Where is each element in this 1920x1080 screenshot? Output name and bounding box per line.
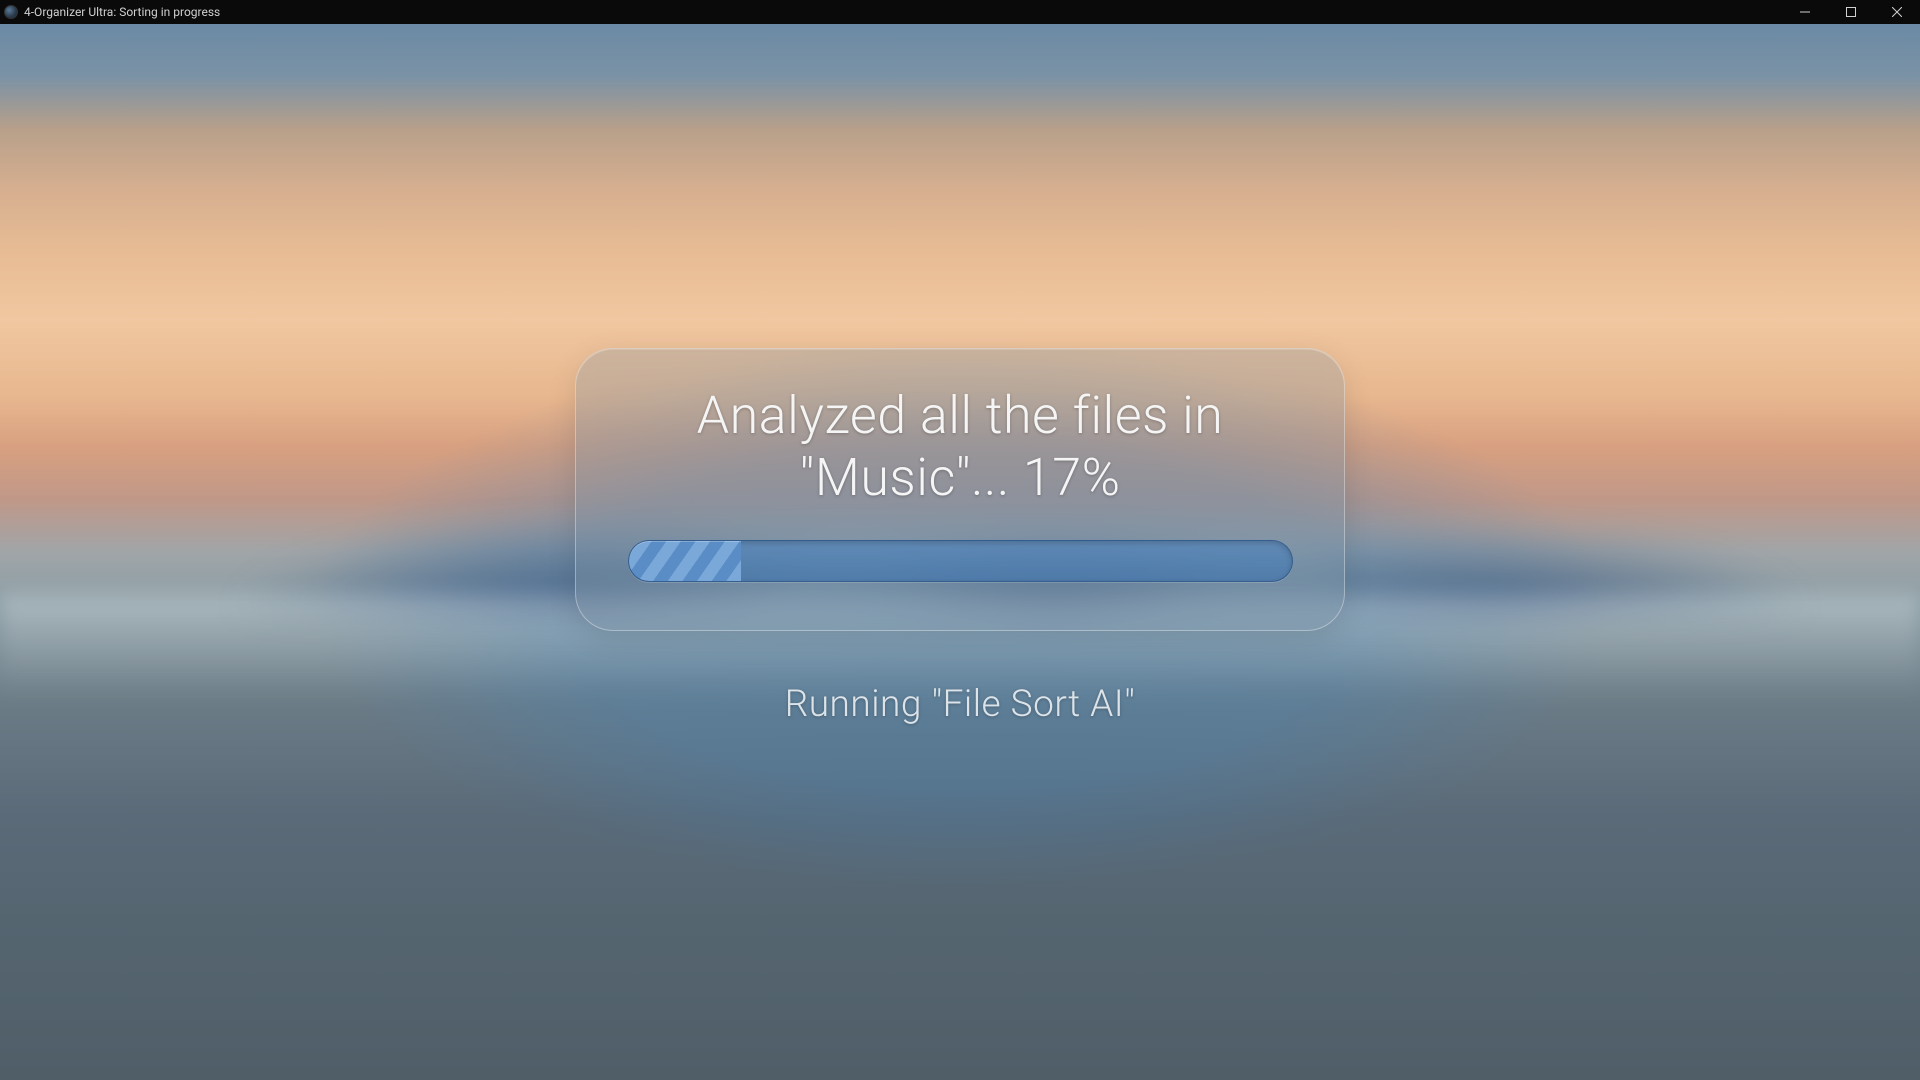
progress-status-text: Analyzed all the files in "Music"... 17% (697, 385, 1224, 508)
minimize-button[interactable] (1782, 0, 1828, 24)
window-title: 4-Organizer Ultra: Sorting in progress (24, 5, 220, 19)
progress-status-line2: "Music"... 17% (799, 447, 1120, 508)
maximize-icon (1846, 7, 1856, 17)
progress-bar-fill (629, 541, 742, 581)
titlebar-left: 4-Organizer Ultra: Sorting in progress (4, 5, 220, 19)
minimize-icon (1800, 7, 1810, 17)
progress-bar (628, 540, 1293, 582)
titlebar[interactable]: 4-Organizer Ultra: Sorting in progress (0, 0, 1920, 24)
titlebar-controls (1782, 0, 1920, 24)
progress-status-line1: Analyzed all the files in (697, 385, 1224, 446)
main-content: Analyzed all the files in "Music"... 17%… (0, 24, 1920, 1080)
progress-subtitle: Running "File Sort AI" (785, 683, 1136, 726)
close-button[interactable] (1874, 0, 1920, 24)
maximize-button[interactable] (1828, 0, 1874, 24)
progress-card: Analyzed all the files in "Music"... 17% (575, 348, 1345, 631)
app-icon (4, 5, 18, 19)
close-icon (1892, 7, 1902, 17)
